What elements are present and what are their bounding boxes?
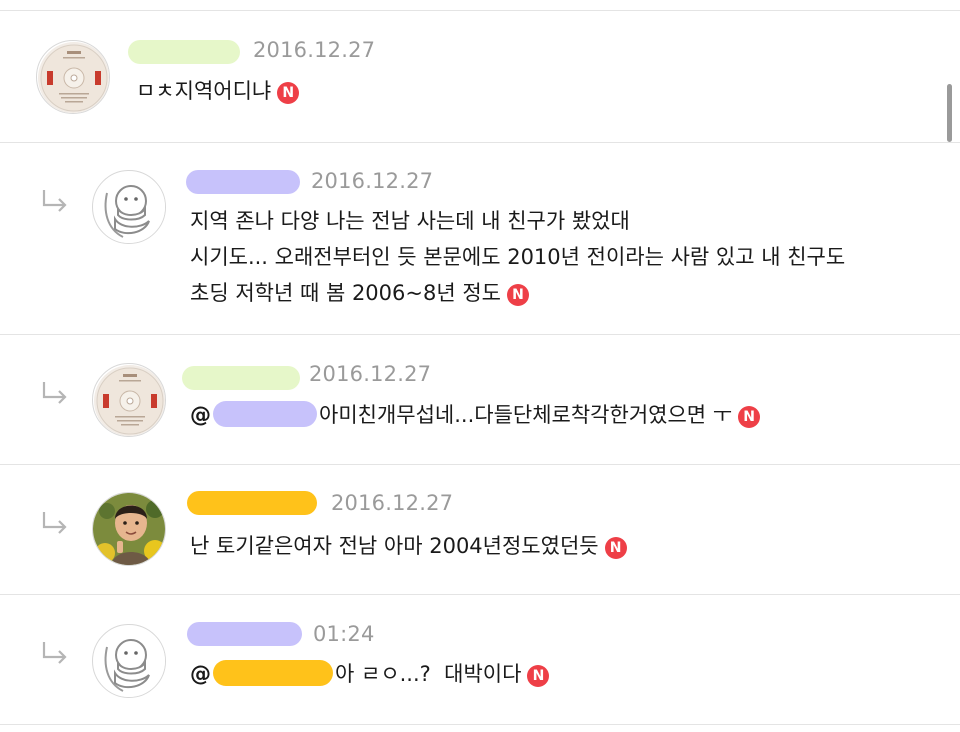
reply-arrow-icon	[40, 380, 70, 406]
comment-date: 01:24	[313, 622, 375, 646]
comment-date: 2016.12.27	[311, 169, 434, 193]
comment-line: 아 ㄹㅇ...? 대박이다	[335, 662, 522, 686]
comment-text: @ 아 ㄹㅇ...? 대박이다 N	[190, 656, 550, 692]
new-badge: N	[506, 284, 529, 306]
comment-line: 초딩 저학년 때 봄 2006~8년 정도	[190, 281, 501, 305]
cd-disc-icon[interactable]	[92, 363, 166, 437]
scrollbar-thumb[interactable]	[947, 84, 952, 142]
comment-item: 2016.12.27 지역 존나 다양 나는 전남 사는데 내 친구가 봤었대 …	[0, 142, 960, 334]
comment-text: 지역 존나 다양 나는 전남 사는데 내 친구가 봤었대 시기도... 오래전부…	[190, 203, 845, 311]
masked-nickname[interactable]	[182, 366, 300, 390]
mention-at: @	[190, 662, 211, 686]
masked-nickname[interactable]	[186, 170, 300, 194]
comment-line: 아미친개무섭네...다들단체로착각한거였으면 ㅜ	[319, 403, 733, 427]
comment-text: @ 아미친개무섭네...다들단체로착각한거였으면 ㅜN	[190, 397, 761, 433]
new-badge: N	[277, 82, 300, 104]
comment-divider	[0, 724, 960, 725]
comment-text: 난 토기같은여자 전남 아마 2004년정도였던듯 N	[190, 528, 627, 564]
comment-line: 시기도... 오래전부터인 듯 본문에도 2010년 전이라는 사람 있고 내 …	[190, 245, 846, 269]
new-badge: N	[527, 665, 550, 687]
child-photo-avatar[interactable]	[92, 492, 166, 566]
masked-nickname[interactable]	[128, 40, 240, 64]
comment-date: 2016.12.27	[331, 491, 454, 515]
masked-nickname[interactable]	[187, 491, 317, 515]
comment-item: 01:24 @ 아 ㄹㅇ...? 대박이다 N	[0, 594, 960, 724]
comment-date: 2016.12.27	[253, 38, 376, 62]
masked-nickname[interactable]	[187, 622, 302, 646]
mention-at: @	[190, 403, 211, 427]
comment-item: 2016.12.27 ㅁㅊ지역어디냐 N	[0, 0, 960, 142]
comment-item: 2016.12.27 @ 아미친개무섭네...다들단체로착각한거였으면 ㅜN	[0, 334, 960, 464]
reply-arrow-icon	[40, 510, 70, 536]
comment-item: 2016.12.27 난 토기같은여자 전남 아마 2004년정도였던듯 N	[0, 464, 960, 594]
default-bird-avatar-icon[interactable]	[92, 170, 166, 244]
new-badge: N	[604, 537, 627, 559]
comment-text: ㅁㅊ지역어디냐 N	[136, 73, 300, 109]
comment-line: 난 토기같은여자 전남 아마 2004년정도였던듯	[190, 534, 599, 558]
new-badge: N	[738, 406, 761, 428]
masked-mention[interactable]	[213, 660, 333, 686]
reply-arrow-icon	[40, 188, 70, 214]
reply-arrow-icon	[40, 640, 70, 666]
comment-date: 2016.12.27	[309, 362, 432, 386]
comment-line: 지역 존나 다양 나는 전남 사는데 내 친구가 봤었대	[190, 209, 630, 233]
comment-line: ㅁㅊ지역어디냐	[136, 79, 272, 103]
cd-disc-icon[interactable]	[36, 40, 110, 114]
default-bird-avatar-icon[interactable]	[92, 624, 166, 698]
masked-mention[interactable]	[213, 401, 317, 427]
